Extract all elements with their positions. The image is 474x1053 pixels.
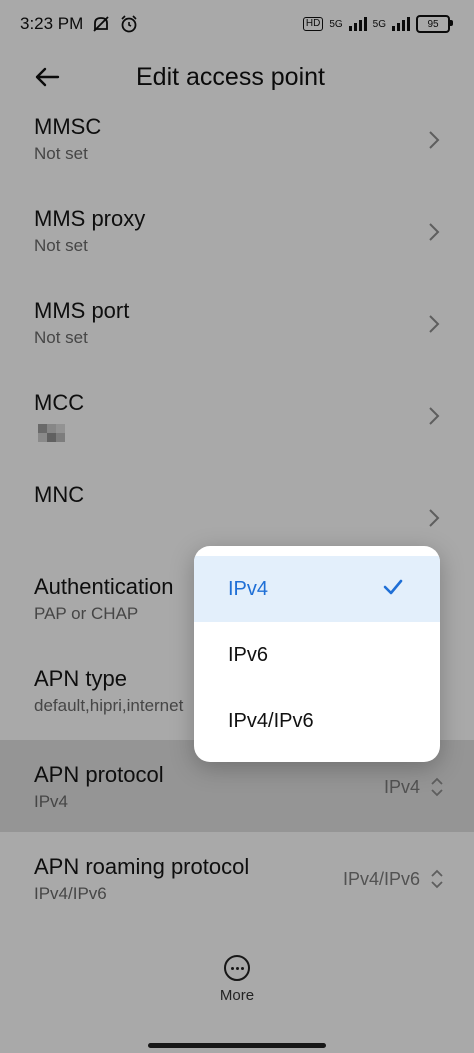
modal-scrim[interactable] (0, 0, 474, 1053)
option-label: IPv4 (228, 577, 269, 600)
option-ipv6[interactable]: IPv6 (194, 622, 440, 688)
option-label: IPv4/IPv6 (228, 709, 314, 732)
checkmark-icon (383, 579, 403, 595)
protocol-popup-menu: IPv4 IPv6 IPv4/IPv6 (194, 546, 440, 762)
option-ipv4[interactable]: IPv4 (194, 556, 440, 622)
option-ipv4-ipv6[interactable]: IPv4/IPv6 (194, 688, 440, 754)
option-label: IPv6 (228, 643, 269, 666)
